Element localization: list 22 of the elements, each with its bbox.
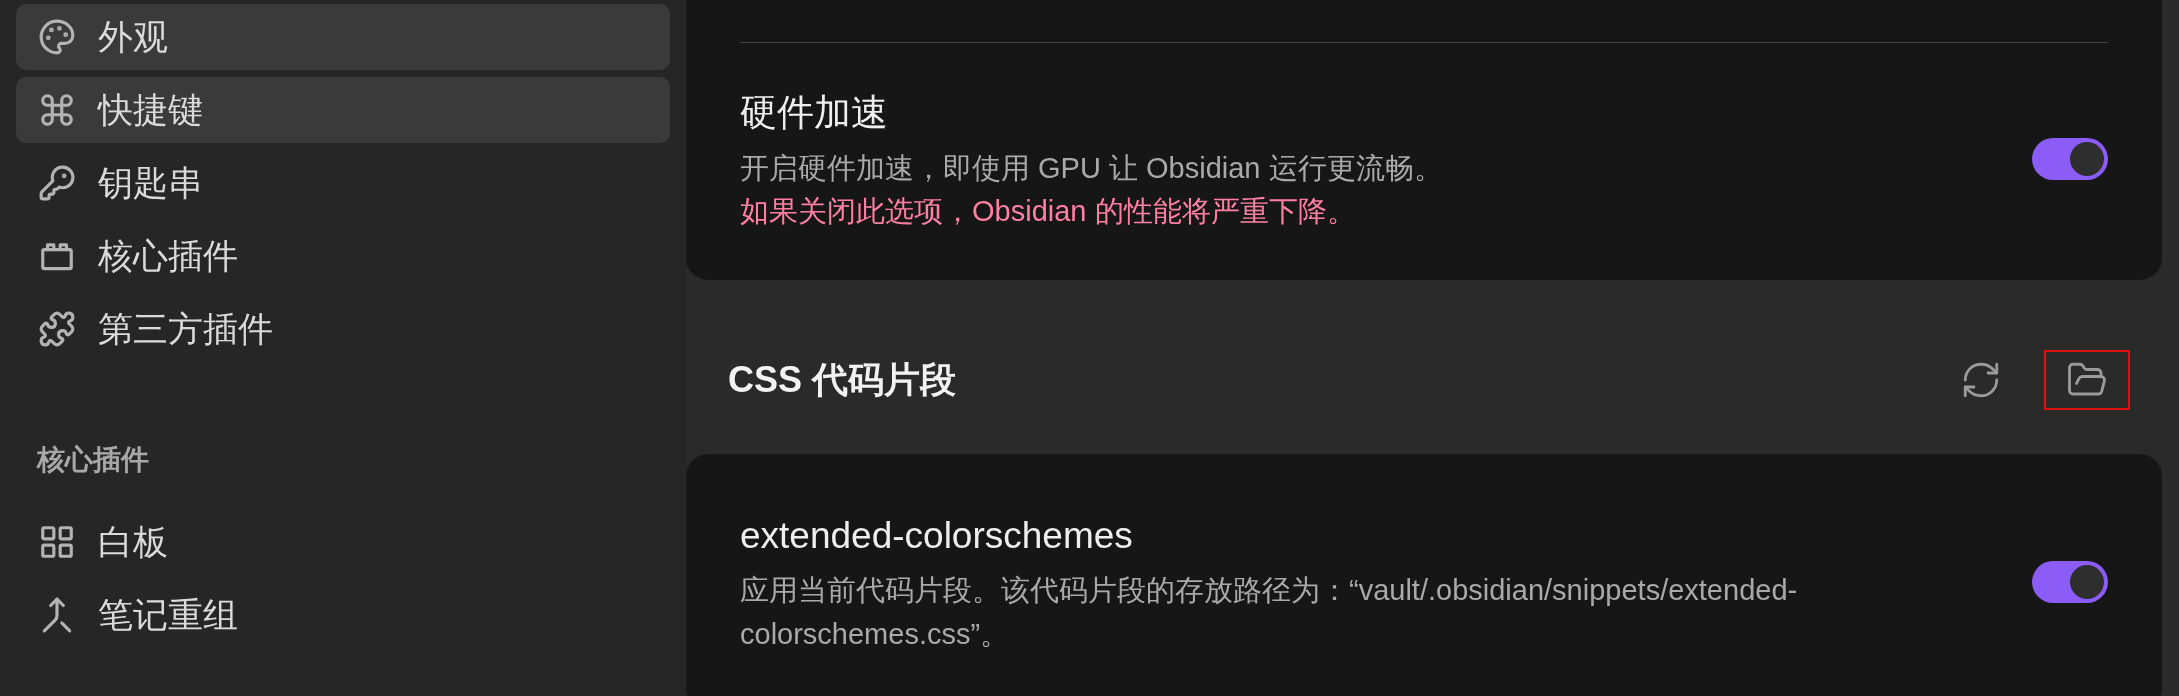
sidebar-item[interactable]: 快捷键	[16, 77, 670, 143]
open-folder-button[interactable]	[2044, 349, 2130, 410]
toggle-switch[interactable]	[2032, 138, 2108, 181]
sidebar-item[interactable]: 核心插件	[16, 223, 670, 289]
sidebar-item[interactable]: 第三方插件	[16, 296, 670, 362]
palette-icon	[38, 18, 76, 56]
toggle-switch[interactable]	[2032, 560, 2108, 603]
snippet-title: extended-colorschemes	[740, 513, 1134, 558]
warning-text: 如果关闭此选项，Obsidian 的性能将严重下降。	[740, 194, 1357, 229]
puzzle-icon	[38, 310, 76, 348]
section-heading: 核心插件	[37, 443, 150, 477]
snippet-description: 应用当前代码片段。该代码片段的存放路径为：“vault/.obsidian/snippets/extended-colorschemes.css”。	[740, 573, 1799, 652]
sidebar-item[interactable]: 外观	[16, 4, 670, 70]
sidebar-item[interactable]: 笔记重组	[16, 582, 670, 648]
command-icon	[38, 91, 76, 129]
section-heading: CSS 代码片段	[728, 357, 957, 402]
setting-description: 开启硬件加速，即使用 GPU 让 Obsidian 运行更流畅。	[740, 150, 1443, 186]
grid-icon	[38, 523, 76, 561]
key-icon	[38, 164, 76, 202]
sidebar-item[interactable]: 钥匙串	[16, 150, 670, 216]
sidebar-item[interactable]: 白板	[16, 509, 670, 575]
setting-title: 硬件加速	[740, 91, 889, 135]
